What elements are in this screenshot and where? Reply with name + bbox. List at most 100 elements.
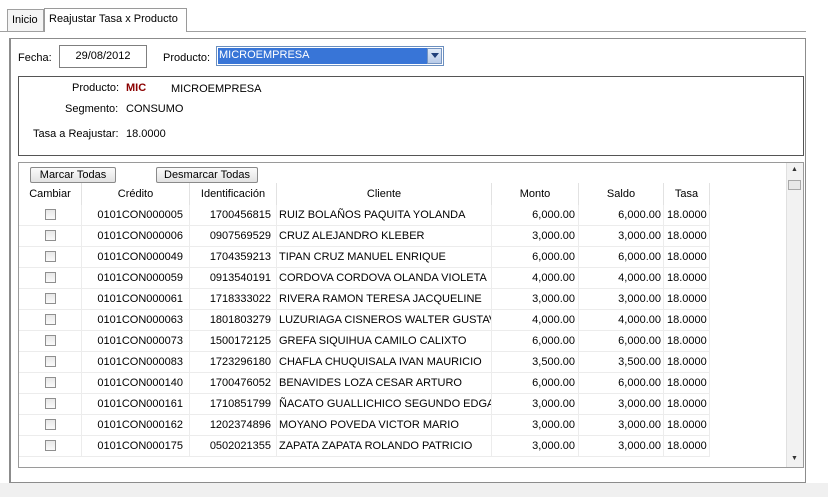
credito-cell: 0101CON000006	[82, 226, 190, 247]
tasa-cell: 18.0000	[664, 394, 710, 415]
cambiar-checkbox[interactable]	[45, 335, 56, 346]
status-strip	[0, 483, 828, 497]
table-row[interactable]: 0101CON000059 0913540191 CORDOVA CORDOVA O…	[19, 268, 710, 289]
marcar-todas-button[interactable]: Marcar Todas	[30, 167, 116, 183]
fecha-input[interactable]: 29/08/2012	[59, 45, 147, 68]
id-cell: 1718333022	[190, 289, 277, 310]
tab-inicio[interactable]: Inicio	[7, 9, 44, 31]
cambiar-checkbox[interactable]	[45, 398, 56, 409]
cambiar-checkbox[interactable]	[45, 230, 56, 241]
cambiar-cell	[19, 394, 82, 415]
monto-cell: 3,000.00	[492, 394, 579, 415]
cliente-cell: ZAPATA ZAPATA ROLANDO PATRICIO	[277, 436, 492, 457]
monto-cell: 6,000.00	[492, 331, 579, 352]
credito-cell: 0101CON000049	[82, 247, 190, 268]
vertical-scrollbar[interactable]: ▲ ▼	[786, 163, 803, 467]
producto-label: Producto:	[163, 52, 211, 64]
tasa-cell: 18.0000	[664, 205, 710, 226]
monto-cell: 6,000.00	[492, 373, 579, 394]
cliente-cell: BENAVIDES LOZA CESAR ARTURO	[277, 373, 492, 394]
column-header-monto[interactable]: Monto	[492, 183, 579, 205]
chevron-down-icon[interactable]	[427, 48, 442, 64]
cliente-cell: CRUZ ALEJANDRO KLEBER	[277, 226, 492, 247]
scroll-thumb[interactable]	[788, 180, 801, 190]
tab-reajustar-tasa[interactable]: Reajustar Tasa x Producto	[44, 8, 187, 32]
table-row[interactable]: 0101CON000006 0907569529 CRUZ ALEJANDRO KL…	[19, 226, 710, 247]
credito-cell: 0101CON000061	[82, 289, 190, 310]
saldo-cell: 4,000.00	[579, 268, 664, 289]
cambiar-checkbox[interactable]	[45, 209, 56, 220]
monto-cell: 4,000.00	[492, 310, 579, 331]
credito-cell: 0101CON000073	[82, 331, 190, 352]
table-row[interactable]: 0101CON000063 1801803279 LUZURIAGA CISNERO…	[19, 310, 710, 331]
saldo-cell: 3,000.00	[579, 394, 664, 415]
id-cell: 1723296180	[190, 352, 277, 373]
id-cell: 1710851799	[190, 394, 277, 415]
saldo-cell: 6,000.00	[579, 331, 664, 352]
cambiar-checkbox[interactable]	[45, 356, 56, 367]
monto-cell: 3,000.00	[492, 226, 579, 247]
monto-cell: 3,000.00	[492, 415, 579, 436]
info-producto-label: Producto:	[72, 82, 120, 94]
cambiar-checkbox[interactable]	[45, 440, 56, 451]
info-segmento-value: CONSUMO	[126, 103, 184, 115]
cambiar-cell	[19, 268, 82, 289]
cambiar-checkbox[interactable]	[45, 272, 56, 283]
column-header-credito[interactable]: Crédito	[82, 183, 190, 205]
table-row[interactable]: 0101CON000049 1704359213 TIPAN CRUZ MANUEL…	[19, 247, 710, 268]
monto-cell: 3,500.00	[492, 352, 579, 373]
scroll-up-icon[interactable]: ▲	[791, 166, 798, 173]
cambiar-checkbox[interactable]	[45, 377, 56, 388]
tab-bar: Inicio Reajustar Tasa x Producto	[0, 0, 828, 33]
cambiar-cell	[19, 310, 82, 331]
monto-cell: 3,000.00	[492, 436, 579, 457]
column-header-identificacion[interactable]: Identificación	[190, 183, 277, 205]
credito-cell: 0101CON000059	[82, 268, 190, 289]
table-row[interactable]: 0101CON000162 1202374896 MOYANO POVEDA VIC…	[19, 415, 710, 436]
column-header-saldo[interactable]: Saldo	[579, 183, 664, 205]
saldo-cell: 3,000.00	[579, 436, 664, 457]
credito-cell: 0101CON000005	[82, 205, 190, 226]
credito-cell: 0101CON000162	[82, 415, 190, 436]
table-row[interactable]: 0101CON000061 1718333022 RIVERA RAMON TERE…	[19, 289, 710, 310]
cambiar-cell	[19, 247, 82, 268]
cliente-cell: CORDOVA CORDOVA OLANDA VIOLETA	[277, 268, 492, 289]
credito-cell: 0101CON000175	[82, 436, 190, 457]
desmarcar-todas-button[interactable]: Desmarcar Todas	[156, 167, 258, 183]
saldo-cell: 3,500.00	[579, 352, 664, 373]
table-row[interactable]: 0101CON000005 1700456815 RUIZ BOLAÑOS PAQU…	[19, 205, 710, 226]
cambiar-cell	[19, 373, 82, 394]
cambiar-checkbox[interactable]	[45, 314, 56, 325]
column-header-tasa[interactable]: Tasa	[664, 183, 710, 205]
table-row[interactable]: 0101CON000175 0502021355 ZAPATA ZAPATA ROL…	[19, 436, 710, 457]
saldo-cell: 6,000.00	[579, 373, 664, 394]
tasa-cell: 18.0000	[664, 289, 710, 310]
cliente-cell: MOYANO POVEDA VICTOR MARIO	[277, 415, 492, 436]
table-row[interactable]: 0101CON000161 1710851799 ÑACATO GUALLICHIC…	[19, 394, 710, 415]
info-producto-code: MIC	[126, 82, 147, 94]
column-header-cliente[interactable]: Cliente	[277, 183, 492, 205]
producto-select-value: MICROEMPRESA	[218, 48, 429, 64]
scroll-down-icon[interactable]: ▼	[791, 455, 798, 462]
tasa-cell: 18.0000	[664, 331, 710, 352]
saldo-cell: 3,000.00	[579, 226, 664, 247]
cambiar-cell	[19, 205, 82, 226]
cambiar-cell	[19, 352, 82, 373]
cliente-cell: LUZURIAGA CISNEROS WALTER GUSTAVO	[277, 310, 492, 331]
monto-cell: 6,000.00	[492, 205, 579, 226]
table-row[interactable]: 0101CON000073 1500172125 GREFA SIQUIHUA CA…	[19, 331, 710, 352]
table-row[interactable]: 0101CON000083 1723296180 CHAFLA CHUQUISALA…	[19, 352, 710, 373]
cambiar-checkbox[interactable]	[45, 419, 56, 430]
tasa-cell: 18.0000	[664, 436, 710, 457]
monto-cell: 3,000.00	[492, 289, 579, 310]
credito-cell: 0101CON000063	[82, 310, 190, 331]
tasa-cell: 18.0000	[664, 226, 710, 247]
cambiar-checkbox[interactable]	[45, 293, 56, 304]
info-tasa-value: 18.0000	[126, 128, 166, 140]
product-info-panel: Producto: MIC MICROEMPRESA Segmento: CON…	[18, 76, 804, 156]
producto-select[interactable]: MICROEMPRESA	[216, 46, 444, 66]
cliente-cell: GREFA SIQUIHUA CAMILO CALIXTO	[277, 331, 492, 352]
table-row[interactable]: 0101CON000140 1700476052 BENAVIDES LOZA CE…	[19, 373, 710, 394]
cambiar-checkbox[interactable]	[45, 251, 56, 262]
column-header-cambiar[interactable]: Cambiar	[19, 183, 82, 205]
